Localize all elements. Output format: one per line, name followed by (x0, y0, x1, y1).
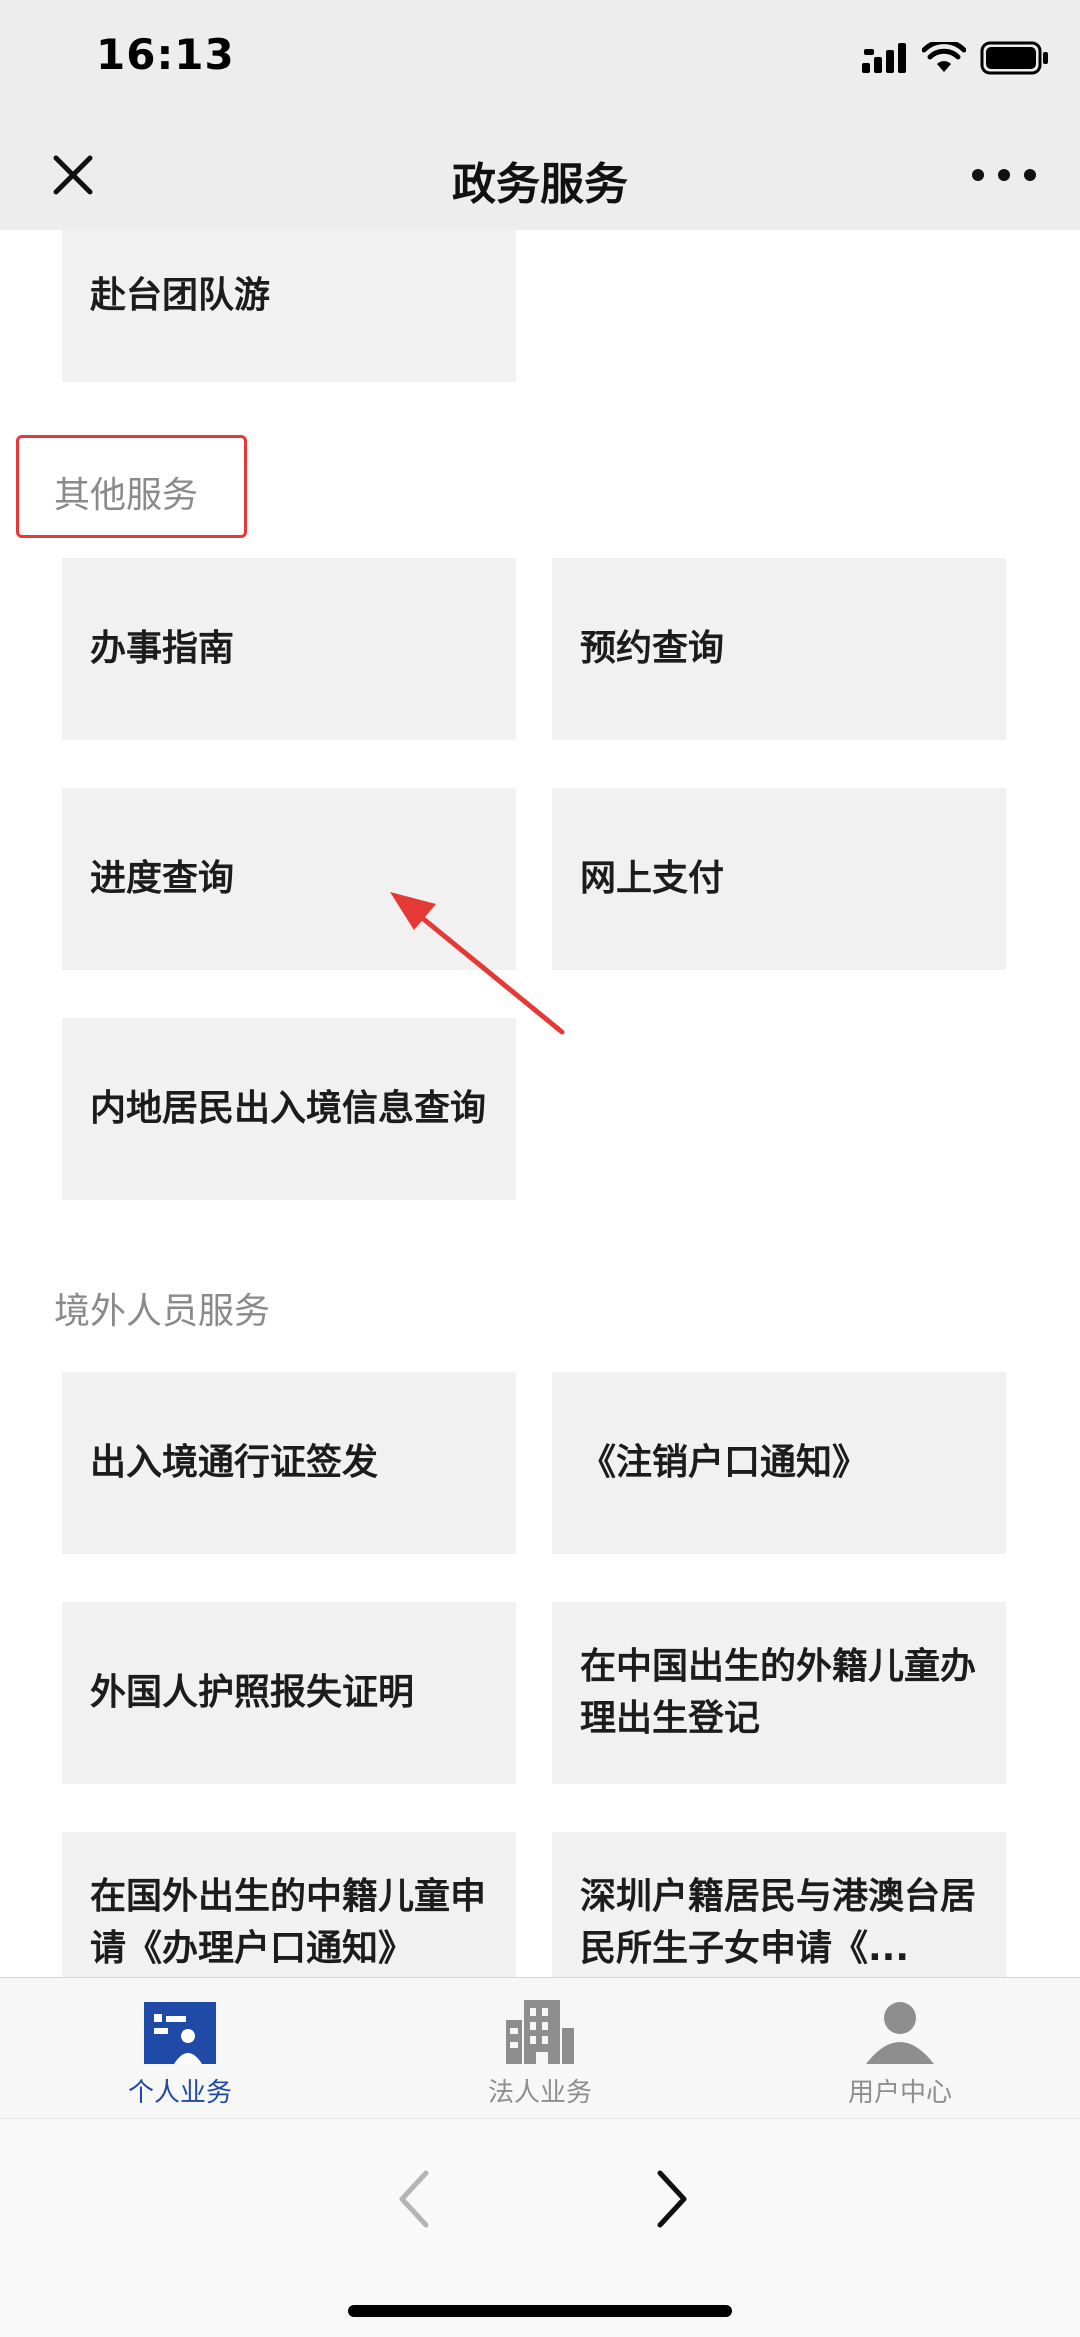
tab-personal-business[interactable]: 个人业务 (0, 1978, 360, 2118)
service-tile-online-payment[interactable]: 网上支付 (552, 788, 1006, 970)
service-tile-label: 在国外出生的中籍儿童申请《办理户口通知》 (90, 1876, 487, 1969)
service-tile-travel-permit[interactable]: 出入境通行证签发 (62, 1372, 516, 1554)
service-tile-label: 外国人护照报失证明 (90, 1672, 415, 1713)
tab-label: 法人业务 (487, 2078, 592, 2108)
page-title: 政务服务 (452, 159, 628, 210)
service-tile-label: 《注销户口通知》 (580, 1442, 869, 1483)
service-tile-label: 在中国出生的外籍儿童办理出生登记 (580, 1646, 977, 1739)
building-icon (506, 2000, 574, 2064)
service-tile-appointment-query[interactable]: 预约查询 (552, 558, 1006, 740)
service-tile-taiwan-group-tour[interactable]: 赴台团队游 (62, 230, 516, 382)
red-arrow-annotation (390, 892, 565, 1035)
tab-user-center[interactable]: 用户中心 (720, 1978, 1080, 2118)
home-indicator[interactable] (348, 2305, 732, 2317)
navigation-bar: 政务服务 (0, 120, 1080, 230)
back-arrow-icon[interactable] (386, 2159, 446, 2239)
tab-label: 个人业务 (127, 2078, 232, 2108)
section-title-foreigner-services: 境外人员服务 (54, 1291, 271, 1332)
status-icons (862, 36, 1050, 80)
browser-navigation-bar (0, 2118, 1080, 2337)
tab-legal-entity-business[interactable]: 法人业务 (360, 1978, 720, 2118)
service-tile-label: 办事指南 (90, 628, 235, 669)
wifi-icon (922, 42, 966, 72)
cellular-signal-icon (862, 43, 906, 73)
service-tile-cancel-hukou-notice[interactable]: 《注销户口通知》 (552, 1372, 1006, 1554)
service-tile-foreign-passport-loss[interactable]: 外国人护照报失证明 (62, 1602, 516, 1784)
status-bar: 16:13 (0, 0, 1080, 120)
forward-arrow-icon[interactable] (640, 2159, 700, 2239)
more-icon[interactable] (964, 142, 1044, 208)
user-icon (866, 2002, 934, 2064)
highlight-annotation (16, 435, 247, 538)
service-tile-guide[interactable]: 办事指南 (62, 558, 516, 740)
service-list[interactable]: 赴台团队游 其他服务 办事指南 预约查询 进度查询 网上支付 内地居民出入境信息… (0, 230, 1080, 1977)
service-tile-entry-exit-info-query[interactable]: 内地居民出入境信息查询 (62, 1018, 516, 1200)
service-tile-label: 预约查询 (580, 628, 725, 669)
service-tile-label: 出入境通行证签发 (90, 1442, 379, 1483)
personal-business-icon (144, 2002, 216, 2064)
service-tile-label: 深圳户籍居民与港澳台居民所生子女申请《... (580, 1876, 977, 1969)
service-tile-hk-macao-taiwan-children[interactable]: 深圳户籍居民与港澳台居民所生子女申请《... (552, 1832, 1006, 1977)
service-tile-label: 进度查询 (90, 858, 235, 899)
service-tile-label: 赴台团队游 (90, 275, 271, 316)
service-tile-foreign-child-birth-registration[interactable]: 在中国出生的外籍儿童办理出生登记 (552, 1602, 1006, 1784)
service-tile-label: 网上支付 (580, 858, 725, 899)
tab-bar: 个人业务 法人业务 用户中心 (0, 1977, 1080, 2118)
status-time: 16:13 (96, 30, 235, 79)
service-tile-chinese-child-hukou-notice[interactable]: 在国外出生的中籍儿童申请《办理户口通知》 (62, 1832, 516, 1977)
tab-label: 用户中心 (847, 2078, 952, 2108)
service-tile-label: 内地居民出入境信息查询 (90, 1088, 487, 1129)
battery-icon (980, 41, 1048, 75)
